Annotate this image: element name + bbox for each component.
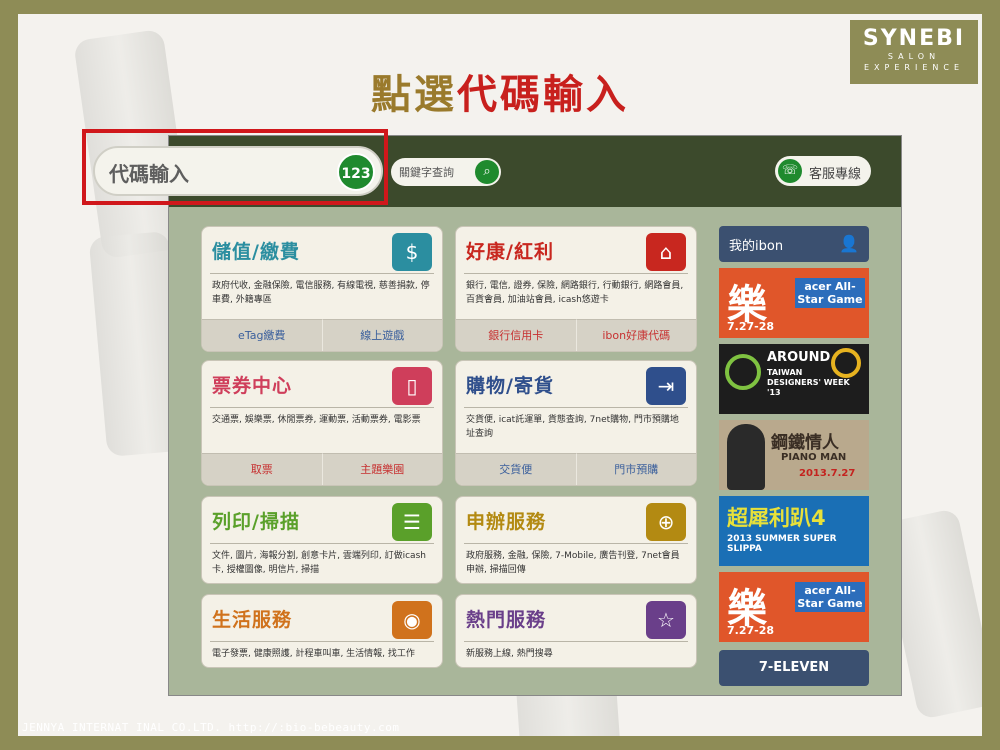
- card-description: 電子發票, 健康照護, 計程車叫車, 生活情報, 找工作: [212, 649, 415, 659]
- service-label: 客服專線: [809, 167, 862, 182]
- divider: [464, 407, 688, 408]
- bank-credit-card-button[interactable]: 銀行信用卡: [456, 319, 576, 351]
- card-application-services[interactable]: 申辦服務 ⊕ 政府服務, 金融, 保險, 7-Mobile, 廣告刊登, 7ne…: [455, 496, 697, 584]
- online-games-button[interactable]: 線上遊戲: [321, 319, 442, 351]
- card-description: 交通票, 娛樂票, 休閒票券, 運動票, 活動票券, 電影票: [212, 415, 421, 425]
- divider: [464, 543, 688, 544]
- search-icon: ⌕: [475, 160, 499, 184]
- card-description: 政府代收, 金融保險, 電信服務, 有線電視, 慈善捐款, 停車費, 外籍專區: [212, 281, 430, 305]
- ad-date: 2013.7.27: [799, 468, 856, 479]
- location-icon: ◉: [392, 601, 432, 639]
- card-life-services[interactable]: 生活服務 ◉ 電子發票, 健康照護, 計程車叫車, 生活情報, 找工作: [201, 594, 443, 668]
- ibon-deal-code-button[interactable]: ibon好康代碼: [575, 319, 696, 351]
- divider: [464, 273, 688, 274]
- star-icon: ☆: [646, 601, 686, 639]
- my-ibon-label: 我的ibon: [729, 239, 784, 254]
- card-description: 銀行, 電信, 證券, 保險, 網路銀行, 行動銀行, 網路會員, 百貨會員, …: [466, 281, 684, 305]
- ad-piano-man[interactable]: 鋼鐵情人 PIANO MAN 2013.7.27: [719, 420, 869, 490]
- card-buttons: eTag繳費 線上遊戲: [202, 319, 442, 351]
- highlight-frame: [82, 129, 388, 205]
- person-photo: [727, 424, 765, 490]
- ad-acer-allstar-2[interactable]: 樂 acer All-Star Game 7.27-28: [719, 572, 869, 642]
- logo-line-2: EXPERIENCE: [863, 63, 964, 72]
- ad-caption: acer All-Star Game: [795, 582, 865, 612]
- search-label: 關鍵字查詢: [399, 166, 454, 179]
- card-popular-services[interactable]: 熱門服務 ☆ 新服務上線, 熱門搜尋: [455, 594, 697, 668]
- delivery-button[interactable]: 交貨便: [456, 453, 576, 485]
- my-ibon-button[interactable]: 我的ibon 👤: [719, 226, 869, 262]
- ad-caption: acer All-Star Game: [795, 278, 865, 308]
- card-title: 列印/掃描: [212, 511, 300, 533]
- divider: [210, 543, 434, 544]
- card-title: 票券中心: [212, 375, 293, 397]
- home-icon: ⌂: [646, 233, 686, 271]
- card-ticket-center[interactable]: 票券中心 ▯ 交通票, 娛樂票, 休閒票券, 運動票, 活動票券, 電影票 取票…: [201, 360, 443, 486]
- divider: [210, 407, 434, 408]
- footer-text: JENNYA INTERNAT INAL CO.LTD. http://:bio…: [22, 721, 400, 734]
- divider: [210, 273, 434, 274]
- card-buttons: 銀行信用卡 ibon好康代碼: [456, 319, 696, 351]
- seven-eleven-logo: 7-ELEVEN: [719, 650, 869, 686]
- customer-service-button[interactable]: ☏ 客服專線: [775, 156, 871, 186]
- ad-caption: PIANO MAN: [781, 452, 847, 463]
- divider: [210, 641, 434, 642]
- ad-date: 7.27-28: [727, 624, 775, 637]
- ad-big-text: 超犀利趴4: [727, 506, 826, 530]
- card-title: 儲值/繳費: [212, 241, 300, 263]
- ad-caption: 2013 SUMMER SUPER SLIPPA: [727, 534, 837, 554]
- document-icon: ☰: [392, 503, 432, 541]
- card-title: 購物/寄貨: [466, 375, 554, 397]
- card-buttons: 交貨便 門市預購: [456, 453, 696, 485]
- card-buttons: 取票 主題樂園: [202, 453, 442, 485]
- dollar-icon: $: [392, 233, 432, 271]
- logo-line-1: SALON: [887, 52, 941, 61]
- synebi-logo: SYNEBI SALON EXPERIENCE: [850, 20, 978, 84]
- theme-park-button[interactable]: 主題樂園: [321, 453, 442, 485]
- card-title: 熱門服務: [466, 609, 547, 631]
- card-description: 新服務上線, 熱門搜尋: [466, 649, 553, 659]
- card-title: 好康/紅利: [466, 241, 554, 263]
- divider: [464, 641, 688, 642]
- keyword-search-button[interactable]: 關鍵字查詢 ⌕: [391, 158, 501, 186]
- pick-ticket-button[interactable]: 取票: [202, 453, 322, 485]
- card-description: 交貨便, icat託運單, 貨態查詢, 7net購物, 門市預購地址查詢: [466, 415, 679, 439]
- ad-big-text: 鋼鐵情人: [771, 433, 839, 453]
- ad-date: 7.27-28: [727, 320, 775, 333]
- card-deals-rewards[interactable]: 好康/紅利 ⌂ 銀行, 電信, 證券, 保險, 網路銀行, 行動銀行, 網路會員…: [455, 226, 697, 352]
- card-shopping-shipping[interactable]: 購物/寄貨 ⇥ 交貨便, icat託運單, 貨態查詢, 7net購物, 門市預購…: [455, 360, 697, 486]
- ad-big-text: AROUND: [767, 350, 831, 365]
- card-description: 文件, 圖片, 海報分割, 創意卡片, 雲端列印, 訂做icash卡, 授權圖像…: [212, 551, 426, 575]
- sunburst-graphic: [831, 348, 861, 378]
- card-title: 生活服務: [212, 609, 293, 631]
- plus-icon: ⊕: [646, 503, 686, 541]
- ad-around-taiwan-designers[interactable]: AROUND TAIWAN DESIGNERS' WEEK '13: [719, 344, 869, 414]
- export-icon: ⇥: [646, 367, 686, 405]
- ad-summer-super-slippa[interactable]: 超犀利趴4 2013 SUMMER SUPER SLIPPA: [719, 496, 869, 566]
- store-preorder-button[interactable]: 門市預購: [575, 453, 696, 485]
- title-part-1: 點選: [371, 72, 457, 118]
- title-part-2: 代碼輸入: [457, 72, 629, 118]
- card-description: 政府服務, 金融, 保險, 7-Mobile, 廣告刊登, 7net會員申辦, …: [466, 551, 680, 575]
- phone-icon: ☏: [778, 159, 802, 183]
- logo-main: SYNEBI: [862, 26, 966, 51]
- slide-title: 點選代碼輸入: [18, 62, 982, 120]
- sunburst-graphic: [725, 354, 761, 390]
- card-top-up-payment[interactable]: 儲值/繳費 $ 政府代收, 金融保險, 電信服務, 有線電視, 慈善捐款, 停車…: [201, 226, 443, 352]
- ad-acer-allstar[interactable]: 樂 acer All-Star Game 7.27-28: [719, 268, 869, 338]
- card-title: 申辦服務: [466, 511, 547, 533]
- user-icon: 👤: [839, 234, 859, 253]
- card-print-scan[interactable]: 列印/掃描 ☰ 文件, 圖片, 海報分割, 創意卡片, 雲端列印, 訂做icas…: [201, 496, 443, 584]
- ibon-screen: 代碼輸入 123 關鍵字查詢 ⌕ ☏ 客服專線 儲值/繳費 $ 政府代收, 金融…: [93, 135, 902, 696]
- etag-payment-button[interactable]: eTag繳費: [202, 319, 322, 351]
- ticket-icon: ▯: [392, 367, 432, 405]
